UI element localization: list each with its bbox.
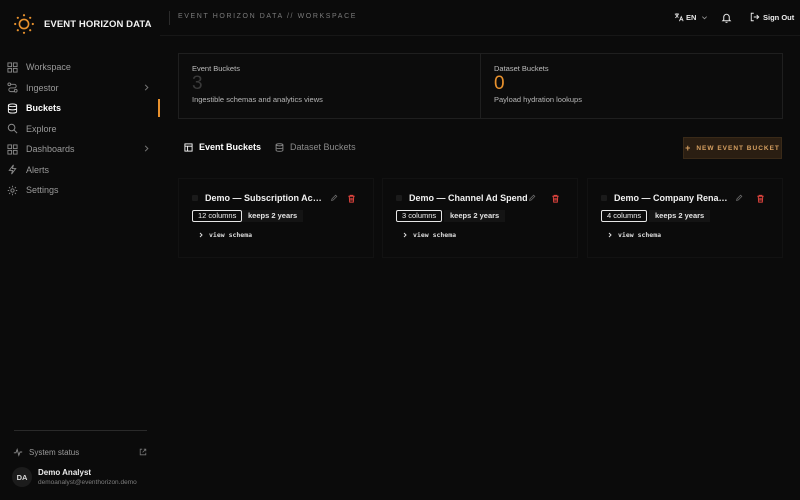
sign-out-label: Sign Out: [763, 12, 795, 22]
new-event-bucket-button[interactable]: + NEW EVENT BUCKET: [683, 137, 782, 159]
sidebar-divider: [14, 430, 147, 431]
user-profile[interactable]: DA Demo Analyst demoanalyst@eventhorizon…: [12, 467, 137, 487]
view-schema-toggle[interactable]: view schema: [198, 231, 252, 239]
chevron-right-icon: [144, 83, 149, 91]
edit-icon[interactable]: [330, 194, 338, 202]
bell-icon[interactable]: [721, 12, 732, 23]
retention-badge: keeps 2 years: [242, 210, 304, 222]
sidebar-item-label: Workspace: [26, 62, 71, 73]
stat-description: Payload hydration lookups: [494, 95, 582, 104]
bucket-card[interactable]: Demo — Company Renames 4 columns keeps 2…: [587, 178, 783, 258]
plus-icon: +: [685, 142, 692, 153]
bucket-title: Demo — Subscription Acti…: [205, 193, 323, 203]
brand[interactable]: EVENT HORIZON DATA: [13, 13, 152, 35]
bucket-title: Demo — Company Renames: [614, 193, 734, 203]
stat-label: Dataset Buckets: [494, 64, 549, 73]
view-schema-label: view schema: [618, 231, 662, 239]
trash-icon[interactable]: [347, 194, 356, 203]
drag-handle-icon[interactable]: [192, 195, 198, 201]
brand-name: EVENT HORIZON DATA: [44, 18, 152, 30]
chevron-right-icon: [403, 232, 407, 238]
sidebar-item-buckets[interactable]: Buckets: [0, 98, 160, 119]
language-label: EN: [686, 12, 697, 22]
user-info: Demo Analyst demoanalyst@eventhorizon.de…: [38, 468, 137, 486]
sidebar-item-label: Explore: [26, 123, 57, 134]
bucket-title: Demo — Channel Ad Spend: [409, 193, 528, 203]
columns-badge: 3 columns: [396, 210, 443, 222]
sidebar-item-label: Buckets: [26, 103, 62, 114]
sidebar-item-ingestor[interactable]: Ingestor: [0, 78, 160, 99]
drag-handle-icon[interactable]: [601, 195, 607, 201]
external-link-icon: [139, 448, 147, 456]
stat-label: Event Buckets: [192, 64, 240, 73]
translate-icon: [674, 13, 684, 22]
view-schema-toggle[interactable]: view schema: [607, 231, 661, 239]
chevron-right-icon: [144, 145, 149, 152]
chevron-right-icon: [608, 232, 612, 238]
grid-icon: [7, 62, 18, 73]
stats-panel: Event Buckets 3 Ingestible schemas and a…: [178, 53, 783, 119]
stat-dataset-buckets: Dataset Buckets 0 Payload hydration look…: [480, 54, 782, 118]
layout-icon: [7, 144, 18, 155]
retention-badge: keeps 2 years: [444, 210, 506, 222]
lightning-icon: [8, 164, 17, 175]
sidebar-item-workspace[interactable]: Workspace: [0, 57, 160, 78]
database-icon: [7, 103, 18, 114]
sidebar-item-label: Ingestor: [26, 82, 59, 93]
logout-icon: [750, 12, 760, 22]
sidebar-item-settings[interactable]: Settings: [0, 180, 160, 201]
columns-badge: 12 columns: [192, 210, 243, 222]
view-schema-toggle[interactable]: view schema: [402, 231, 456, 239]
tab-label: Dataset Buckets: [290, 142, 356, 152]
avatar: DA: [12, 467, 32, 487]
sidebar-item-dashboards[interactable]: Dashboards: [0, 139, 160, 160]
sun-logo-icon: [14, 14, 34, 34]
edit-icon[interactable]: [528, 194, 536, 202]
chevron-down-icon: [702, 15, 708, 19]
sidebar-nav: Workspace Ingestor Buckets Explore Dashb…: [0, 57, 160, 201]
stat-value: 0: [494, 73, 505, 94]
bucket-card[interactable]: Demo — Channel Ad Spend 3 columns keeps …: [382, 178, 578, 258]
topbar-divider: [160, 35, 800, 36]
columns-badge: 4 columns: [601, 210, 648, 222]
activity-icon: [13, 448, 23, 457]
search-icon: [7, 124, 18, 134]
user-email: demoanalyst@eventhorizon.demo: [38, 479, 137, 486]
trash-icon[interactable]: [551, 194, 560, 203]
topbar-separator: [169, 11, 170, 25]
stat-value: 3: [192, 73, 203, 94]
sign-out-button[interactable]: Sign Out: [750, 12, 794, 22]
trash-icon[interactable]: [756, 194, 765, 203]
language-selector[interactable]: EN: [674, 12, 708, 22]
view-schema-label: view schema: [413, 231, 457, 239]
route-icon: [7, 82, 18, 93]
bucket-tabs: Event Buckets Dataset Buckets: [184, 142, 370, 152]
sidebar-item-label: Alerts: [26, 164, 50, 175]
system-status-label: System status: [29, 447, 80, 457]
sidebar-item-alerts[interactable]: Alerts: [0, 160, 160, 181]
tab-dataset-buckets[interactable]: Dataset Buckets: [275, 142, 356, 152]
table-icon: [184, 142, 193, 152]
bucket-card[interactable]: Demo — Subscription Acti… 12 columns kee…: [178, 178, 374, 258]
drag-handle-icon[interactable]: [396, 195, 402, 201]
view-schema-label: view schema: [209, 231, 253, 239]
retention-badge: keeps 2 years: [649, 210, 711, 222]
tab-label: Event Buckets: [199, 142, 262, 152]
stat-event-buckets: Event Buckets 3 Ingestible schemas and a…: [179, 54, 480, 118]
database-icon: [275, 142, 284, 152]
chevron-right-icon: [199, 232, 203, 238]
stat-description: Ingestible schemas and analytics views: [192, 95, 323, 104]
new-event-bucket-label: NEW EVENT BUCKET: [696, 144, 780, 152]
gear-icon: [7, 185, 18, 196]
edit-icon[interactable]: [735, 194, 743, 202]
sidebar: EVENT HORIZON DATA Workspace Ingestor Bu…: [0, 0, 160, 500]
system-status-link[interactable]: System status: [13, 447, 147, 457]
breadcrumb: EVENT HORIZON DATA // WORKSPACE: [178, 13, 357, 20]
sidebar-item-label: Settings: [26, 185, 59, 196]
tab-event-buckets[interactable]: Event Buckets: [184, 142, 261, 152]
user-name: Demo Analyst: [38, 468, 92, 477]
sidebar-item-label: Dashboards: [26, 144, 75, 155]
sidebar-item-explore[interactable]: Explore: [0, 119, 160, 140]
